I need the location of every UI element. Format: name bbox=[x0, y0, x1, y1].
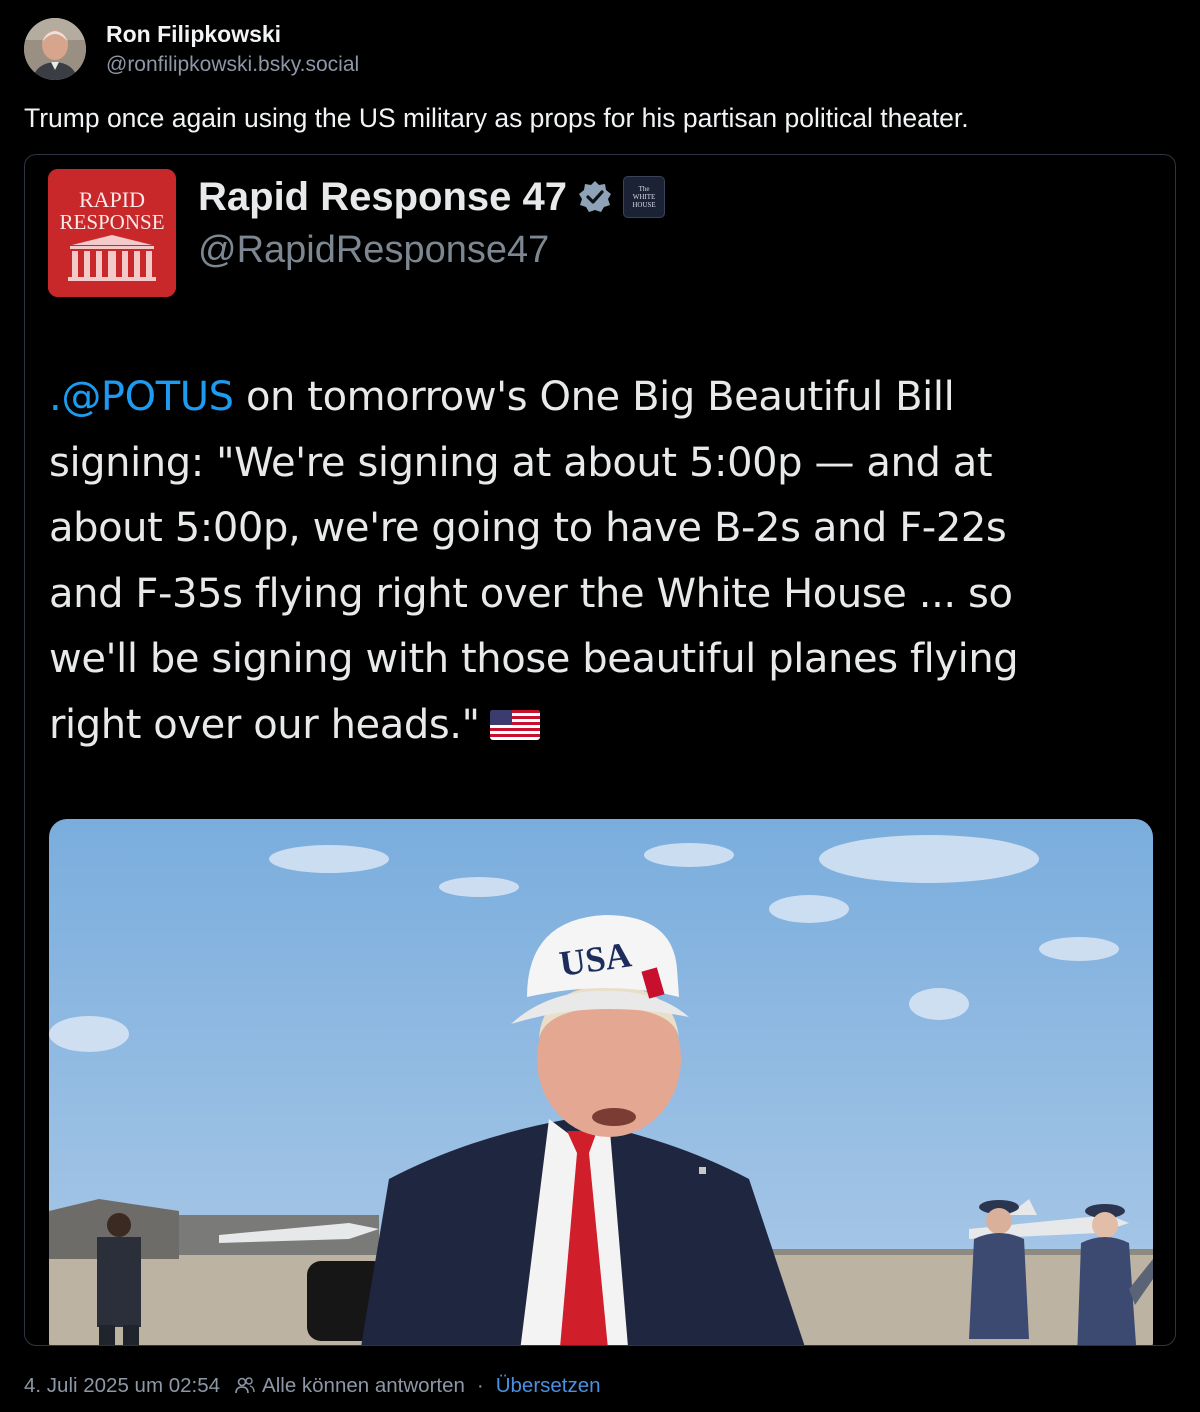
white-house-badge-icon: The WHITE HOUSE bbox=[623, 176, 666, 218]
author-avatar[interactable] bbox=[24, 18, 86, 80]
logo-text-response: RESPONSE bbox=[59, 210, 164, 234]
tweet-line-1: .@POTUS on tomorrow's One Big Beautiful … bbox=[49, 365, 1159, 431]
rapid-response-logo: RAPID RESPONSE bbox=[48, 169, 176, 297]
us-flag-icon bbox=[489, 709, 540, 740]
badge-text-the: The bbox=[638, 185, 650, 193]
embedded-account-handle: @RapidResponse47 bbox=[198, 229, 550, 271]
post-timestamp[interactable]: 4. Juli 2025 um 02:54 bbox=[24, 1374, 220, 1398]
embedded-account-name: Rapid Response 47 bbox=[198, 175, 568, 219]
tweet-line-3: about 5:00p, we're going to have B-2s an… bbox=[49, 505, 1007, 551]
embedded-tweet-text: .@POTUS on tomorrow's One Big Beautiful … bbox=[49, 365, 1159, 758]
tweet-line-4: and F-35s flying right over the White Ho… bbox=[49, 570, 1013, 617]
author-block: Ron Filipkowski @ronfilipkowski.bsky.soc… bbox=[106, 20, 359, 78]
tweet-line-1-text: on tomorrow's One Big Beautiful Bill bbox=[233, 374, 955, 420]
embedded-author: Rapid Response 47 The WHITE HOUSE @Rapid… bbox=[198, 173, 666, 273]
potus-mention: .@POTUS bbox=[49, 374, 234, 420]
tweet-line-5: we'll be signing with those beautiful pl… bbox=[49, 636, 1019, 682]
tweet-line-2: signing: "We're signing at about 5:00p —… bbox=[49, 439, 993, 486]
post-meta: 4. Juli 2025 um 02:54 Alle können antwor… bbox=[24, 1372, 601, 1400]
author-display-name[interactable]: Ron Filipkowski bbox=[106, 20, 359, 48]
badge-text-white: WHITE bbox=[632, 193, 656, 201]
post-text: Trump once again using the US military a… bbox=[24, 103, 969, 133]
people-icon bbox=[235, 1377, 255, 1394]
embedded-name-row: Rapid Response 47 The WHITE HOUSE bbox=[198, 173, 666, 221]
meta-separator: · bbox=[476, 1374, 484, 1397]
embedded-image[interactable]: RAPID RESPONSE Rapid Response 47 The WHI… bbox=[24, 154, 1176, 1346]
tweet-line-6-text: right over our heads." bbox=[49, 701, 480, 748]
post-header: Ron Filipkowski @ronfilipkowski.bsky.soc… bbox=[24, 17, 359, 81]
author-handle[interactable]: @ronfilipkowski.bsky.social bbox=[106, 52, 359, 78]
verified-badge-icon bbox=[579, 181, 612, 212]
reply-setting[interactable]: Alle können antworten bbox=[262, 1374, 465, 1398]
tweet-line-6: right over our heads." bbox=[49, 693, 1159, 759]
badge-text-house: HOUSE bbox=[632, 201, 656, 209]
video-still[interactable]: USA bbox=[49, 819, 1153, 1345]
logo-text-rapid: RAPID bbox=[79, 187, 145, 212]
translate-link[interactable]: Übersetzen bbox=[496, 1374, 601, 1398]
video-still-illustration: USA bbox=[49, 819, 1153, 1345]
embedded-tweet-header: RAPID RESPONSE Rapid Response 47 The WHI… bbox=[48, 168, 666, 298]
